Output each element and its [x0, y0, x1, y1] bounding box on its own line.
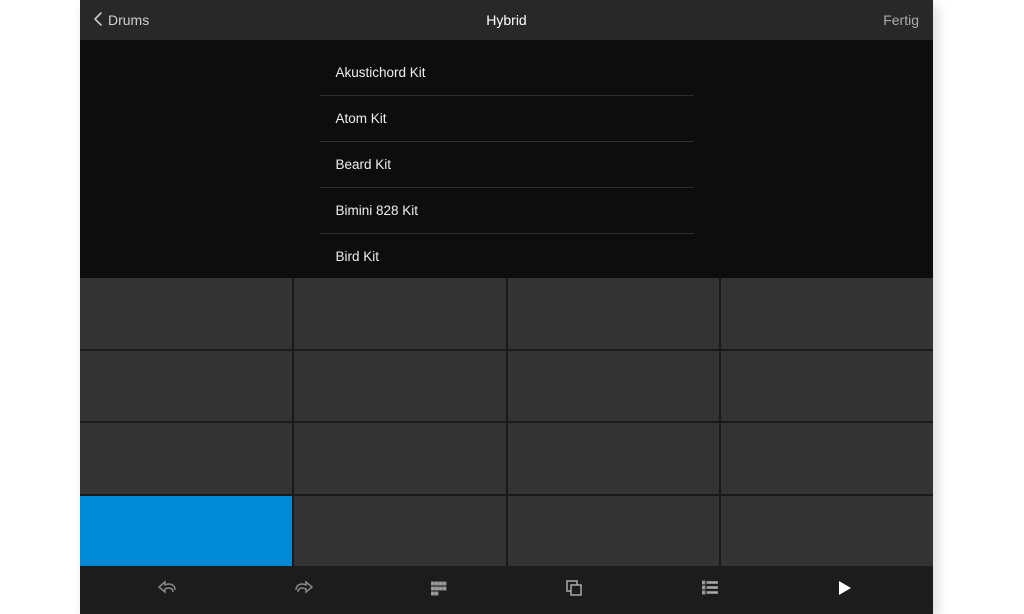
drum-pad[interactable]	[80, 278, 292, 349]
list-item[interactable]: Atom Kit	[320, 96, 694, 142]
kit-list-panel: Akustichord Kit Atom Kit Beard Kit Bimin…	[80, 40, 933, 278]
done-button[interactable]: Fertig	[883, 12, 919, 28]
drum-pad[interactable]	[294, 351, 506, 422]
back-button[interactable]: Drums	[94, 12, 149, 29]
play-icon	[838, 580, 852, 601]
drum-pad[interactable]	[508, 351, 720, 422]
drum-pad[interactable]	[80, 423, 292, 494]
kit-list: Akustichord Kit Atom Kit Beard Kit Bimin…	[320, 50, 694, 278]
drum-pad[interactable]	[294, 496, 506, 567]
drum-pad[interactable]	[508, 496, 720, 567]
redo-button[interactable]	[273, 570, 333, 610]
list-item[interactable]: Bird Kit	[320, 234, 694, 278]
grid-button[interactable]	[409, 570, 469, 610]
drum-pad[interactable]	[721, 423, 933, 494]
drum-pad[interactable]	[80, 351, 292, 422]
bottom-toolbar	[80, 566, 933, 614]
pad-grid	[80, 278, 933, 566]
grid-icon	[431, 580, 447, 601]
list-button[interactable]	[680, 570, 740, 610]
drum-pad[interactable]	[508, 278, 720, 349]
drum-pad[interactable]	[80, 496, 292, 567]
play-button[interactable]	[815, 570, 875, 610]
drum-pad[interactable]	[508, 423, 720, 494]
list-item[interactable]: Akustichord Kit	[320, 50, 694, 96]
header-bar: Drums Hybrid Fertig	[80, 0, 933, 40]
drum-pad[interactable]	[721, 496, 933, 567]
drum-pad[interactable]	[721, 278, 933, 349]
chevron-left-icon	[94, 12, 102, 29]
undo-icon	[158, 580, 178, 601]
undo-button[interactable]	[138, 570, 198, 610]
drum-pad[interactable]	[721, 351, 933, 422]
back-label: Drums	[108, 12, 149, 28]
list-item[interactable]: Beard Kit	[320, 142, 694, 188]
list-item[interactable]: Bimini 828 Kit	[320, 188, 694, 234]
copy-button[interactable]	[544, 570, 604, 610]
copy-icon	[566, 580, 582, 601]
drum-pad[interactable]	[294, 278, 506, 349]
app-window: Drums Hybrid Fertig Akustichord Kit Atom…	[80, 0, 933, 614]
list-icon	[702, 580, 718, 601]
page-title: Hybrid	[486, 12, 526, 28]
redo-icon	[293, 580, 313, 601]
drum-pad[interactable]	[294, 423, 506, 494]
